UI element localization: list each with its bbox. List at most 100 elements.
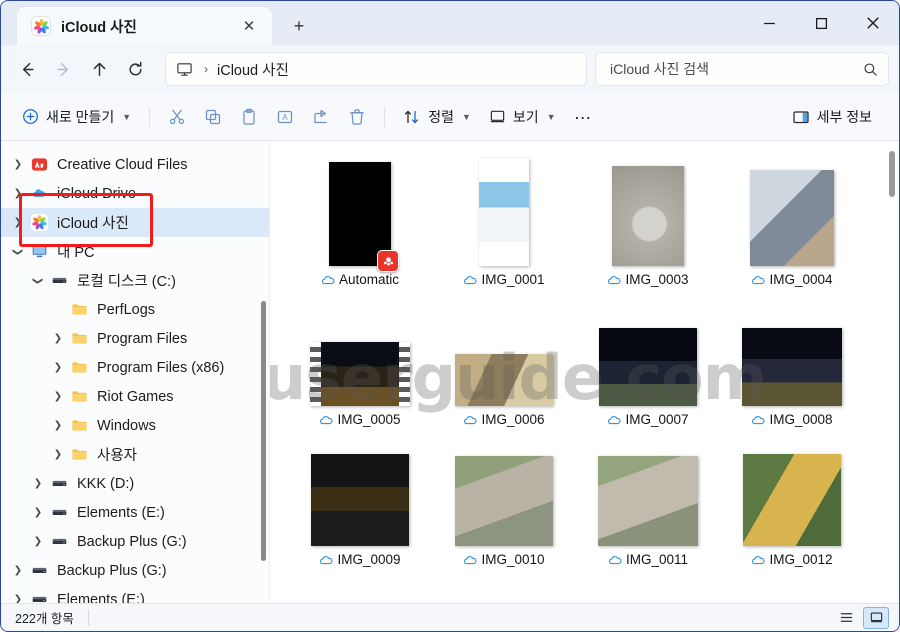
this-pc-icon[interactable] [176,61,193,78]
chevron-right-icon[interactable]: ❯ [7,589,29,603]
plus-circle-icon [22,108,39,125]
back-button[interactable] [9,52,45,86]
trash-icon [348,108,366,126]
sidebar-item-label: 로컬 디스크 (C:) [77,274,176,290]
chevron-right-icon[interactable]: ❯ [27,502,49,524]
view-button[interactable]: 보기 ▼ [480,101,565,133]
sidebar-item-backup-plus-g[interactable]: ❯ Backup Plus (G:) [1,556,269,585]
file-label: IMG_0004 [751,272,833,287]
sidebar-scrollbar-thumb[interactable] [261,301,266,561]
file-item[interactable] [720,573,864,603]
view-large-icons-button[interactable] [863,606,889,629]
file-item[interactable]: IMG_0001 [432,153,576,293]
cut-button[interactable] [159,101,195,133]
file-name: IMG_0008 [769,412,833,427]
file-item[interactable]: IMG_0010 [432,433,576,573]
details-pane-label: 세부 정보 [816,108,872,125]
new-button[interactable]: 새로 만들기 ▼ [13,101,140,133]
sidebar-item-icloud-사진[interactable]: ❯ iCloud 사진 [1,208,269,237]
chevron-right-icon[interactable]: ❯ [27,473,49,495]
sidebar-item-program-files-x86[interactable]: ❯ Program Files (x86) [1,353,269,382]
sidebar-item-program-files[interactable]: ❯ Program Files [1,324,269,353]
chevron-right-icon[interactable]: ❯ [7,183,29,205]
folder-tree: ❯ Creative Cloud Files ❯ iCloud Drive ❯ iClou… [1,150,269,603]
new-tab-button[interactable]: + [282,9,316,43]
file-label: IMG_0005 [319,412,401,427]
view-details-button[interactable] [833,607,859,629]
sidebar-item-perflogs[interactable]: ❯PerfLogs [1,295,269,324]
file-item[interactable] [288,573,432,603]
search-input[interactable] [610,61,863,77]
paste-button[interactable] [231,101,267,133]
maximize-button[interactable] [795,1,847,45]
file-item[interactable]: IMG_0005 [288,293,432,433]
file-item[interactable]: IMG_0007 [576,293,720,433]
sidebar-item-로컬-디스크-c[interactable]: ❯ 로컬 디스크 (C:) [1,266,269,295]
delete-button[interactable] [339,101,375,133]
copy-button[interactable] [195,101,231,133]
close-button[interactable] [847,1,899,45]
drive-icon [49,503,69,523]
toolbar-divider-2 [384,106,386,127]
sidebar-item-내-pc[interactable]: ❯ 내 PC [1,237,269,266]
chevron-right-icon[interactable]: ❯ [47,357,69,379]
file-item[interactable] [432,573,576,603]
chevron-down-icon-view[interactable]: ▼ [547,112,556,122]
chevron-down-icon[interactable]: ▼ [122,112,131,122]
image-thumbnail [612,166,684,266]
chevron-down-icon[interactable]: ❯ [27,270,49,292]
chevron-down-icon-sort[interactable]: ▼ [462,112,471,122]
sidebar-item-windows[interactable]: ❯ Windows [1,411,269,440]
sidebar-item-elements-e[interactable]: ❯ Elements (E:) [1,498,269,527]
minimize-button[interactable] [743,1,795,45]
up-button[interactable] [81,52,117,86]
refresh-button[interactable] [117,52,153,86]
drive-icon [49,271,69,291]
sidebar-item-creative-cloud-files[interactable]: ❯ Creative Cloud Files [1,150,269,179]
sidebar-item-backup-plus-g[interactable]: ❯ Backup Plus (G:) [1,527,269,556]
sidebar-item-kkk-d[interactable]: ❯ KKK (D:) [1,469,269,498]
file-item[interactable] [576,573,720,603]
breadcrumb-current[interactable]: iCloud 사진 [217,59,289,80]
file-item[interactable]: IMG_0012 [720,433,864,573]
chevron-right-icon[interactable]: ❯ [47,444,69,466]
tab-icloud-photos[interactable]: iCloud 사진 ✕ [17,7,272,45]
more-button[interactable]: … [565,101,603,133]
sort-button[interactable]: 정렬 ▼ [394,101,480,133]
search-box[interactable] [595,52,889,86]
file-item[interactable]: IMG_0008 [720,293,864,433]
chevron-right-icon[interactable]: ❯ [7,154,29,176]
sidebar-item-elements-e[interactable]: ❯ Elements (E:) [1,585,269,604]
file-item[interactable]: IMG_0004 [720,153,864,293]
file-item[interactable]: IMG_0009 [288,433,432,573]
address-bar[interactable]: › iCloud 사진 [165,52,587,86]
forward-button[interactable] [45,52,81,86]
chevron-right-icon[interactable]: ❯ [7,560,29,582]
chevron-right-icon[interactable]: ❯ [7,212,29,234]
chevron-right-icon[interactable]: ❯ [47,386,69,408]
file-label: IMG_0012 [751,552,833,567]
file-item[interactable]: IMG_0011 [576,433,720,573]
details-pane-button[interactable]: 세부 정보 [783,101,881,133]
chevron-right-icon[interactable]: ❯ [27,531,49,553]
sidebar-item-label: Backup Plus (G:) [77,533,187,550]
file-list-pane[interactable]: Automatic IMG_0001 IMG_0003 IMG_0004 IMG_000… [269,141,899,603]
file-item[interactable]: Automatic [288,153,432,293]
sidebar-item-label: KKK (D:) [77,475,135,492]
search-icon[interactable] [863,62,878,77]
sidebar-item-사용자[interactable]: ❯ 사용자 [1,440,269,469]
tab-close-icon[interactable]: ✕ [236,13,262,39]
file-item[interactable]: IMG_0003 [576,153,720,293]
file-item[interactable]: IMG_0006 [432,293,576,433]
share-button[interactable] [303,101,339,133]
sidebar-item-icloud-drive[interactable]: ❯ iCloud Drive [1,179,269,208]
content-scrollbar-thumb[interactable] [889,151,895,197]
thumbnail-container [288,293,432,412]
chevron-right-icon[interactable]: ❯ [47,415,69,437]
file-label: IMG_0007 [607,412,689,427]
sidebar-item-riot-games[interactable]: ❯ Riot Games [1,382,269,411]
sidebar-item-label: Elements (E:) [77,504,165,521]
rename-button[interactable]: A [267,101,303,133]
chevron-right-icon[interactable]: ❯ [47,328,69,350]
chevron-down-icon[interactable]: ❯ [7,241,29,263]
